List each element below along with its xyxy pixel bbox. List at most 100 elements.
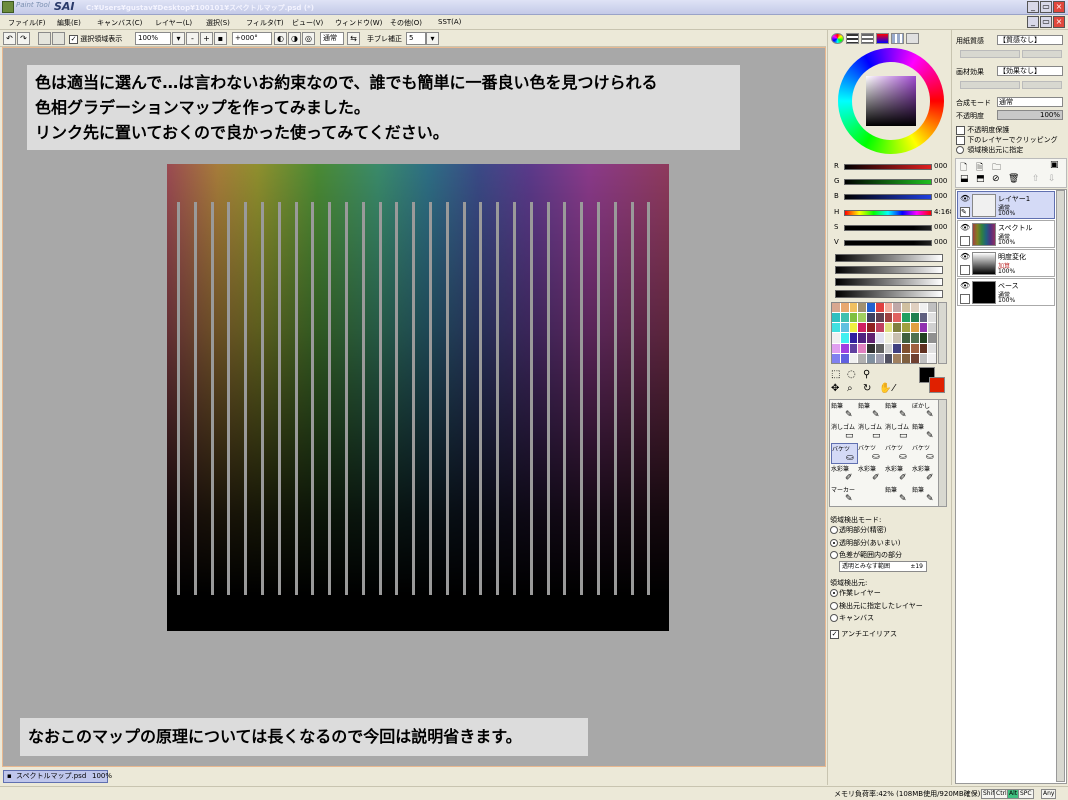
color-swatch[interactable] (910, 303, 919, 313)
color-swatch[interactable] (849, 323, 858, 333)
color-swatch[interactable] (893, 313, 901, 323)
gray-slider-3[interactable] (835, 278, 943, 286)
brush-tool[interactable]: 水彩筆 ✐ (858, 464, 885, 485)
radio-button[interactable] (830, 526, 838, 534)
color-swatch[interactable] (902, 343, 910, 353)
visibility-eye-icon[interactable]: 👁 (960, 252, 971, 262)
color-swatch[interactable] (867, 303, 875, 313)
layer-link-checkbox[interactable] (960, 294, 970, 304)
checkbox[interactable] (956, 135, 965, 145)
layer-menu-icon[interactable]: ▣ (1050, 160, 1059, 170)
color-swatch[interactable] (919, 313, 928, 323)
color-swatch[interactable] (893, 323, 901, 333)
color-swatch[interactable] (893, 333, 901, 343)
slider-track[interactable] (844, 179, 932, 185)
paper-effect-width-slider[interactable] (960, 81, 1020, 89)
brush-tool[interactable]: バケツ ⛀ (858, 443, 885, 464)
radio-button[interactable] (830, 601, 838, 610)
brush-tool[interactable]: 消しゴム ▭ (831, 422, 858, 443)
paper-effect-strength-slider[interactable] (1022, 81, 1062, 89)
rgb-slider-tab[interactable] (846, 33, 859, 44)
color-swatch[interactable] (875, 313, 884, 323)
layer-link-checkbox[interactable] (960, 265, 970, 275)
color-swatch[interactable] (849, 303, 858, 313)
color-swatch[interactable] (849, 333, 858, 343)
color-swatch[interactable] (928, 313, 936, 323)
color-swatch[interactable] (919, 323, 928, 333)
color-swatch[interactable] (832, 303, 840, 313)
slider-track[interactable] (844, 164, 932, 170)
brush-tool[interactable]: 鉛筆 ✎ (885, 401, 912, 422)
color-swatch[interactable] (858, 323, 866, 333)
clear-layer-icon[interactable]: ⊘ (992, 174, 1000, 184)
blend-mode-field[interactable]: 通常 (320, 32, 344, 45)
brush-tool[interactable]: 水彩筆 ✐ (912, 464, 939, 485)
gray-slider-1[interactable] (835, 254, 943, 262)
color-swatch[interactable] (840, 333, 849, 343)
minimize-button[interactable]: _ (1027, 1, 1039, 13)
color-swatch[interactable] (884, 353, 893, 363)
brush-tool[interactable]: マーカー ✎ (831, 485, 858, 506)
stabilizer-dropdown-button[interactable]: ▾ (426, 32, 439, 45)
rotate-reset-button[interactable]: ◎ (302, 32, 315, 45)
layer-row[interactable]: 👁 ベース 通常 100% (957, 278, 1055, 306)
color-swatch[interactable] (840, 353, 849, 363)
background-color[interactable] (929, 377, 945, 393)
color-swatch[interactable] (928, 303, 936, 313)
scratchpad-tab[interactable] (906, 33, 919, 44)
opacity-slider[interactable]: 100% (997, 110, 1063, 120)
menu-canvas[interactable]: キャンバス(C) (97, 18, 142, 28)
radio-button[interactable] (830, 614, 838, 622)
delete-layer-icon[interactable]: 🗑 (1008, 174, 1019, 184)
restore-button[interactable]: ▭ (1040, 1, 1052, 13)
color-swatch[interactable] (858, 303, 866, 313)
flip-button[interactable]: ⇆ (347, 32, 360, 45)
color-swatch[interactable] (840, 323, 849, 333)
color-swatch[interactable] (849, 343, 858, 353)
brush-tool[interactable]: 鉛筆 ✎ (831, 401, 858, 422)
color-swatch[interactable] (902, 323, 910, 333)
detect-mode-option-0[interactable]: 透明部分(精密) (830, 525, 886, 535)
rotation-field[interactable]: +000° (232, 32, 272, 45)
spectrum-map[interactable] (167, 164, 669, 631)
transfer-down-icon[interactable]: ⬓ (960, 174, 969, 184)
color-swatch[interactable] (849, 313, 858, 323)
color-swatch[interactable] (910, 343, 919, 353)
color-swatch[interactable] (832, 323, 840, 333)
color-swatch[interactable] (875, 333, 884, 343)
color-swatch[interactable] (867, 353, 875, 363)
color-swatch[interactable] (902, 303, 910, 313)
color-swatch[interactable] (884, 343, 893, 353)
menu-window[interactable]: ウィンドウ(W) (335, 18, 382, 28)
detect-source-option-2[interactable]: キャンバス (830, 613, 874, 623)
menu-sst[interactable]: SST(A) (438, 18, 461, 26)
color-swatch[interactable] (902, 313, 910, 323)
radio-button[interactable] (956, 146, 964, 154)
slider-h[interactable]: H 4:168 (832, 208, 954, 220)
zoom-field[interactable]: 100% (135, 32, 171, 45)
color-swatch[interactable] (910, 353, 919, 363)
hand-icon[interactable]: ✋ (879, 383, 891, 394)
rotate-right-button[interactable]: ◑ (288, 32, 301, 45)
paper-texture-dropdown[interactable]: 【質感なし】 (997, 35, 1063, 45)
brush-tool[interactable]: バケツ ⛀ (831, 443, 858, 464)
layer-row[interactable]: 👁 明度変化 加算 100% (957, 249, 1055, 277)
color-wheel-tab[interactable] (831, 33, 844, 44)
paper-texture-strength-slider[interactable] (1022, 50, 1062, 58)
zoom-icon[interactable]: ⌕ (847, 383, 853, 394)
color-swatch[interactable] (919, 353, 928, 363)
detect-source-option-0[interactable]: 作業レイヤー (830, 588, 881, 598)
rect-select-icon[interactable]: ⬚ (831, 369, 840, 380)
color-swatch[interactable] (928, 343, 936, 353)
color-swatch[interactable] (919, 303, 928, 313)
slider-track[interactable] (844, 194, 932, 200)
slider-v[interactable]: V 000 (832, 238, 948, 250)
lasso-icon[interactable]: ◌ (847, 369, 856, 380)
move-up-icon[interactable]: ⇧ (1032, 174, 1040, 184)
slider-r[interactable]: R 000 (832, 162, 948, 174)
brush-tool[interactable]: バケツ ⛀ (885, 443, 912, 464)
color-swatch[interactable] (928, 353, 936, 363)
close-button[interactable]: × (1053, 1, 1065, 13)
color-swatch[interactable] (858, 353, 866, 363)
antialias-checkbox[interactable]: ✓ (830, 629, 839, 639)
